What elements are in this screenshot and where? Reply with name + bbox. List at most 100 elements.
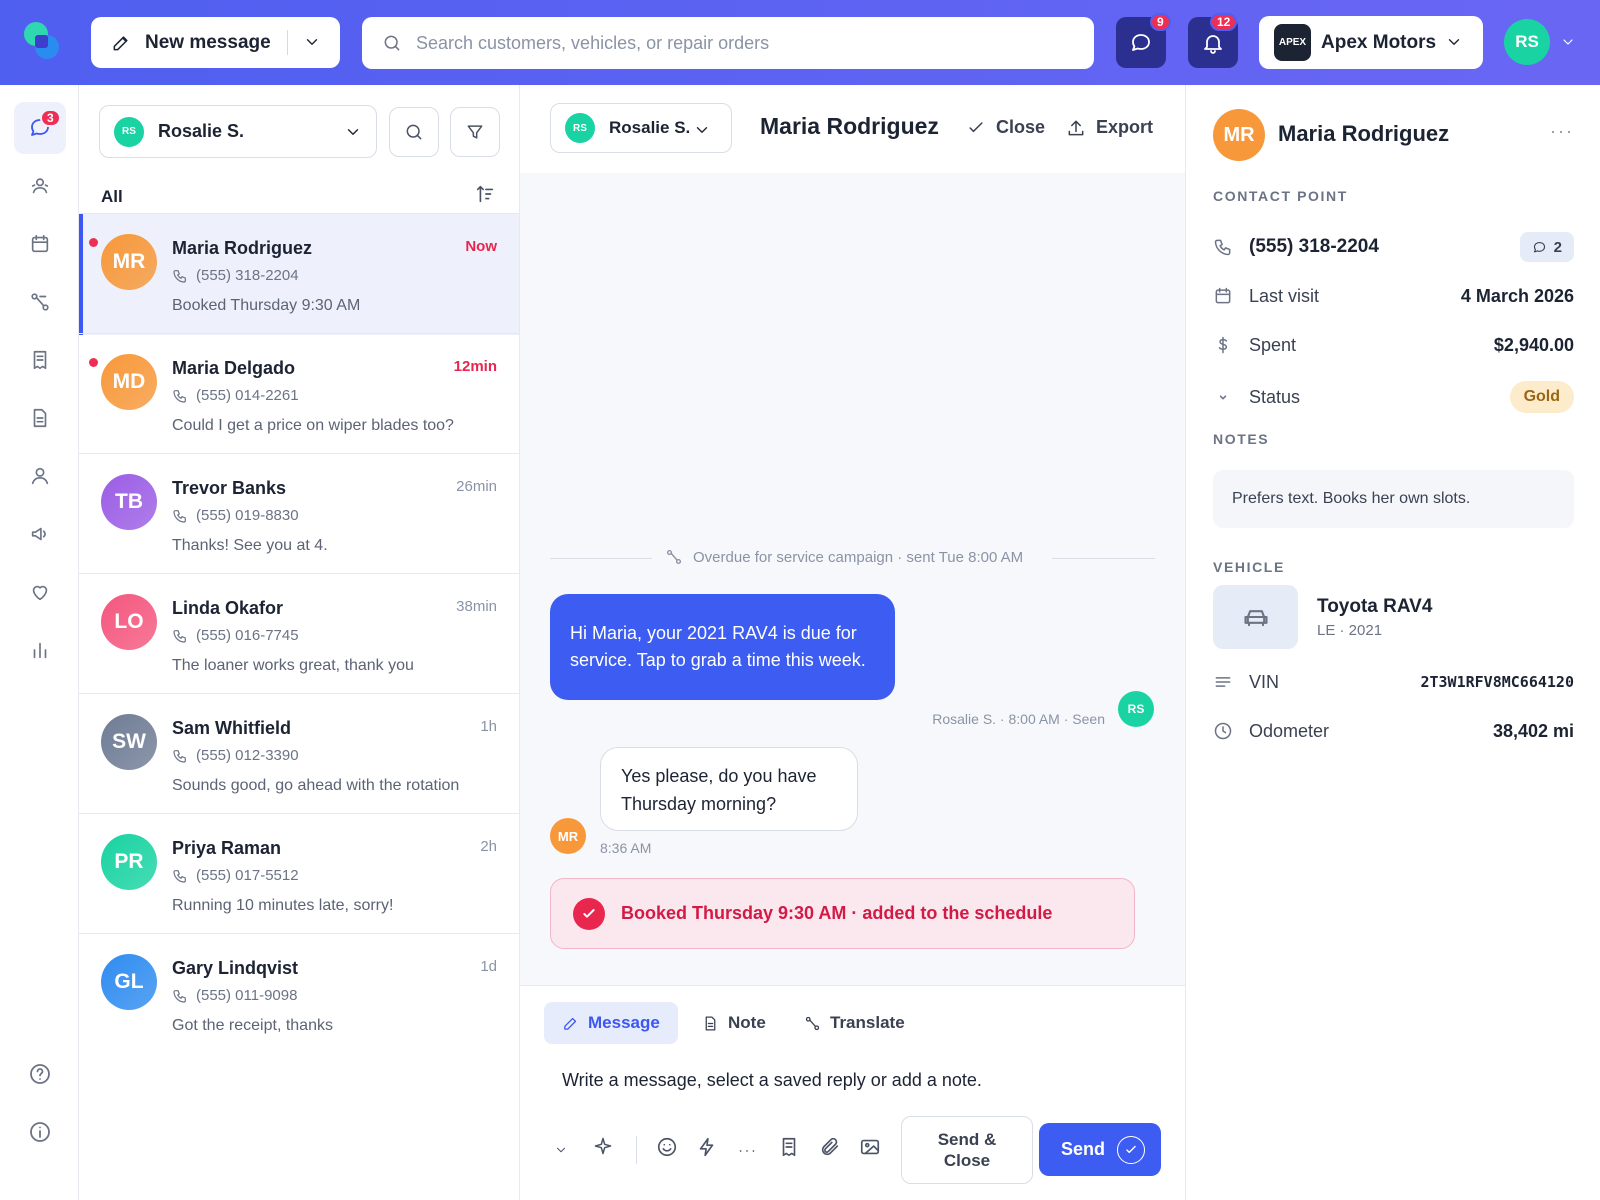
- workflow-icon: [666, 549, 682, 565]
- contact-phone-row[interactable]: (555) 318-2204 2: [1213, 232, 1574, 262]
- message-input[interactable]: Write a message, select a saved reply or…: [562, 1070, 982, 1091]
- last-visit-value: 4 March 2026: [1460, 285, 1574, 306]
- search-input[interactable]: Search customers, vehicles, or repair or…: [362, 17, 1094, 69]
- tab-note[interactable]: Note: [684, 1002, 784, 1044]
- chevron-down-icon: [696, 127, 708, 133]
- export-button[interactable]: Export: [1066, 117, 1153, 138]
- chat-pane: RS Rosalie S. Maria Rodriguez Close Expo…: [520, 85, 1185, 1200]
- filter-button[interactable]: [450, 107, 500, 157]
- chat-header: RS Rosalie S. Maria Rodriguez Close Expo…: [520, 85, 1185, 173]
- conversation-item[interactable]: SW Sam Whitfield 1h (555) 012-3390 Sounds go…: [79, 693, 519, 815]
- vin-row: VIN 2T3W1RFV8MC664120: [1213, 667, 1574, 697]
- vehicle-name[interactable]: Toyota RAV4: [1317, 596, 1432, 618]
- tab-message[interactable]: Message: [544, 1002, 678, 1044]
- tab-translate[interactable]: Translate: [786, 1002, 923, 1044]
- vin-value[interactable]: 2T3W1RFV8MC664120: [1420, 673, 1574, 691]
- clock-icon: [1214, 722, 1232, 740]
- heart-icon: [32, 585, 48, 601]
- chevron-down-icon: [1219, 395, 1227, 400]
- nav-help[interactable]: [14, 1048, 66, 1100]
- app-logo[interactable]: [20, 20, 62, 62]
- new-message-button[interactable]: New message: [91, 17, 340, 68]
- tab-label: Message: [588, 1013, 660, 1032]
- outgoing-message: Hi Maria, your 2021 RAV4 is due for serv…: [550, 594, 895, 700]
- list-filter-label[interactable]: All: [101, 187, 123, 207]
- nav-campaigns[interactable]: [14, 508, 66, 560]
- paperclip-icon[interactable]: [819, 1136, 841, 1158]
- nav-invoices[interactable]: [14, 334, 66, 386]
- nav-inbox[interactable]: 3: [14, 102, 66, 154]
- nav-customers[interactable]: [14, 160, 66, 212]
- nav-workflows[interactable]: [14, 276, 66, 328]
- sparkle-icon[interactable]: [593, 1136, 613, 1156]
- user-avatar[interactable]: RS: [1504, 19, 1550, 65]
- more-icon[interactable]: [736, 1140, 758, 1162]
- customer-notes[interactable]: Prefers text. Books her own slots.: [1213, 470, 1574, 528]
- close-conversation-button[interactable]: Close: [966, 117, 1045, 138]
- chevron-down-icon: [1448, 39, 1460, 45]
- sort-icon[interactable]: [474, 183, 496, 205]
- phone-icon: [173, 629, 186, 643]
- contact-phone: (555) 012-3390: [172, 747, 299, 764]
- vehicle-thumbnail[interactable]: [1213, 585, 1298, 649]
- spent-row: Spent $2,940.00: [1213, 330, 1574, 360]
- send-button[interactable]: Send: [1039, 1123, 1161, 1176]
- chevron-down-icon[interactable]: [303, 33, 321, 51]
- lightning-icon[interactable]: [696, 1136, 718, 1158]
- contact-phone: (555) 014-2261: [172, 387, 299, 404]
- shop-logo: APEX: [1274, 24, 1311, 61]
- nav-reports[interactable]: [14, 624, 66, 676]
- image-icon[interactable]: [859, 1136, 881, 1158]
- document-icon: [705, 1015, 716, 1031]
- contact-name: Priya Raman: [172, 838, 282, 858]
- message-time: 2h: [480, 838, 497, 855]
- chat-title: Maria Rodriguez: [760, 113, 939, 139]
- odometer-label: Odometer: [1249, 720, 1330, 741]
- notifications-badge: 12: [1210, 13, 1238, 31]
- notifications-button[interactable]: 12: [1188, 13, 1238, 68]
- shop-switcher[interactable]: APEX Apex Motors: [1259, 16, 1483, 69]
- shop-name: Apex Motors: [1321, 31, 1437, 53]
- contact-point-heading: CONTACT POINT: [1213, 188, 1348, 204]
- contact-phone-number: (555) 318-2204: [196, 267, 299, 284]
- last-visit-row: Last visit 4 March 2026: [1213, 281, 1574, 311]
- export-label: Export: [1096, 117, 1154, 137]
- last-visit-label: Last visit: [1249, 285, 1320, 306]
- list-icon: [1215, 677, 1231, 687]
- receipt-icon[interactable]: [778, 1136, 800, 1158]
- conversation-item[interactable]: MR Maria Rodriguez Now (555) 318-2204 Booked…: [79, 213, 519, 335]
- conversation-count-badge: 2: [1519, 232, 1574, 262]
- status-badge: Gold: [1509, 381, 1574, 413]
- phone-icon: [173, 389, 186, 403]
- send-and-close-button[interactable]: Send & Close: [901, 1116, 1033, 1184]
- conversation-item[interactable]: MD Maria Delgado 12min (555) 014-2261 Could …: [79, 333, 519, 455]
- odometer-value: 38,402 mi: [1492, 720, 1574, 741]
- assignee-avatar: RS: [565, 113, 595, 143]
- message-preview: Thanks! See you at 4.: [172, 537, 328, 554]
- conversation-item[interactable]: PR Priya Raman 2h (555) 017-5512 Running 10 …: [79, 813, 519, 935]
- search-icon: [406, 124, 422, 140]
- contact-avatar: LO: [101, 594, 157, 650]
- notes-heading: NOTES: [1213, 431, 1270, 447]
- search-conversations-button[interactable]: [389, 107, 439, 157]
- nav-calendar[interactable]: [14, 218, 66, 270]
- nav-documents[interactable]: [14, 392, 66, 444]
- search-placeholder: Search customers, vehicles, or repair or…: [416, 32, 770, 53]
- help-icon: [30, 1064, 50, 1084]
- nav-favorites[interactable]: [14, 566, 66, 618]
- messages-button[interactable]: 9: [1116, 13, 1171, 68]
- contact-phone-number: (555) 016-7745: [196, 627, 299, 644]
- send-label: Send: [1061, 1139, 1106, 1159]
- nav-info[interactable]: [14, 1106, 66, 1158]
- assignee-name: Rosalie S.: [609, 118, 691, 137]
- conversation-item[interactable]: TB Trevor Banks 26min (555) 019-8830 Thanks!…: [79, 453, 519, 575]
- emoji-icon[interactable]: [656, 1136, 678, 1158]
- chevron-down-icon[interactable]: [1560, 34, 1576, 50]
- conversation-item[interactable]: GL Gary Lindqvist 1d (555) 011-9098 Got the …: [79, 933, 519, 1055]
- chevron-down-icon[interactable]: [554, 1143, 568, 1157]
- agent-filter-select[interactable]: RS Rosalie S.: [99, 105, 377, 158]
- conversation-item[interactable]: LO Linda Okafor 38min (555) 016-7745 The loa…: [79, 573, 519, 695]
- more-options-icon[interactable]: ···: [1550, 121, 1574, 142]
- assignee-select[interactable]: RS Rosalie S.: [550, 103, 732, 153]
- nav-profile[interactable]: [14, 450, 66, 502]
